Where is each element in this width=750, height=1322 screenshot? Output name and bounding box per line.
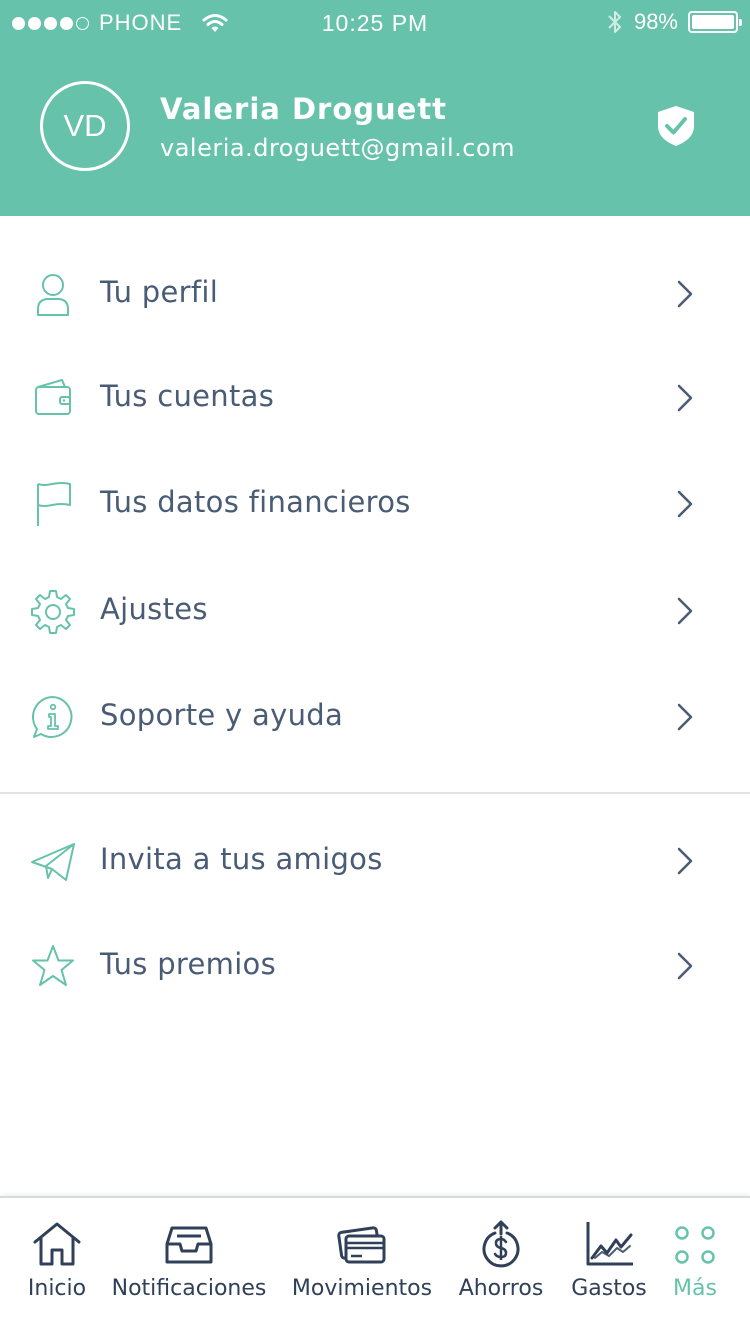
menu-item-ajustes[interactable]: Ajustes: [0, 566, 750, 656]
tab-ahorros[interactable]: Ahorros: [454, 1198, 548, 1322]
menu-item-datos-financieros[interactable]: Tus datos financieros: [0, 459, 750, 549]
chevron-right-icon: [677, 597, 693, 625]
star-icon: [32, 945, 74, 986]
menu-label: Invita a tus amigos: [100, 842, 383, 876]
chevron-right-icon: [677, 384, 693, 412]
tab-notificaciones[interactable]: Notificaciones: [108, 1198, 270, 1322]
user-icon: [37, 274, 69, 316]
menu-divider: [0, 792, 750, 794]
status-bar: PHONE 10:25 PM 98%: [0, 0, 750, 48]
tab-mas[interactable]: Más: [664, 1198, 726, 1322]
chevron-right-icon: [677, 847, 693, 875]
more-icon: [675, 1226, 715, 1264]
gear-icon: [31, 590, 75, 634]
chevron-right-icon: [677, 280, 693, 308]
battery-icon: [688, 11, 742, 33]
tab-label: Más: [673, 1276, 717, 1301]
menu-label: Tus cuentas: [100, 379, 275, 413]
paper-plane-icon: [31, 843, 75, 881]
menu-label: Tus premios: [100, 947, 277, 981]
tab-label: Inicio: [27, 1276, 87, 1301]
menu-item-perfil[interactable]: Tu perfil: [0, 249, 750, 339]
inbox-icon: [165, 1226, 213, 1264]
avatar[interactable]: VD: [40, 81, 130, 171]
battery-area: 98%: [606, 8, 742, 36]
shield-check-icon[interactable]: [656, 104, 696, 148]
menu-label: Tus datos financieros: [100, 485, 411, 519]
menu-item-invita[interactable]: Invita a tus amigos: [0, 816, 750, 906]
menu-label: Soporte y ayuda: [100, 698, 344, 732]
menu-label: Tu perfil: [100, 275, 219, 309]
chart-icon: [586, 1222, 633, 1266]
user-name: Valeria Droguett: [160, 92, 448, 126]
bluetooth-icon: [608, 11, 621, 33]
flag-icon: [37, 482, 71, 526]
menu-item-premios[interactable]: Tus premios: [0, 921, 750, 1011]
menu-label: Ajustes: [100, 592, 208, 626]
chevron-right-icon: [677, 703, 693, 731]
tab-gastos[interactable]: Gastos: [566, 1198, 652, 1322]
profile-header: PHONE 10:25 PM 98% VD Valeria Droguett v…: [0, 0, 750, 216]
tab-movimientos[interactable]: Movimientos: [286, 1198, 438, 1322]
user-email: valeria.droguett@gmail.com: [160, 134, 516, 162]
menu-item-cuentas[interactable]: Tus cuentas: [0, 353, 750, 443]
cards-icon: [337, 1226, 386, 1264]
wallet-icon: [35, 379, 71, 415]
tab-bar: Inicio Notificaciones Movimientos Ahorro…: [0, 1196, 750, 1322]
battery-percentage: 98%: [633, 9, 678, 34]
info-icon: [32, 696, 73, 738]
tab-inicio[interactable]: Inicio: [18, 1198, 96, 1322]
tab-label: Ahorros: [458, 1276, 544, 1301]
chevron-right-icon: [677, 490, 693, 518]
tab-label: Movimientos: [291, 1276, 433, 1301]
chevron-right-icon: [677, 952, 693, 980]
savings-icon: [482, 1220, 520, 1268]
home-icon: [33, 1222, 81, 1266]
menu-item-soporte[interactable]: Soporte y ayuda: [0, 672, 750, 762]
tab-label: Gastos: [571, 1276, 647, 1301]
tab-label: Notificaciones: [111, 1276, 267, 1301]
